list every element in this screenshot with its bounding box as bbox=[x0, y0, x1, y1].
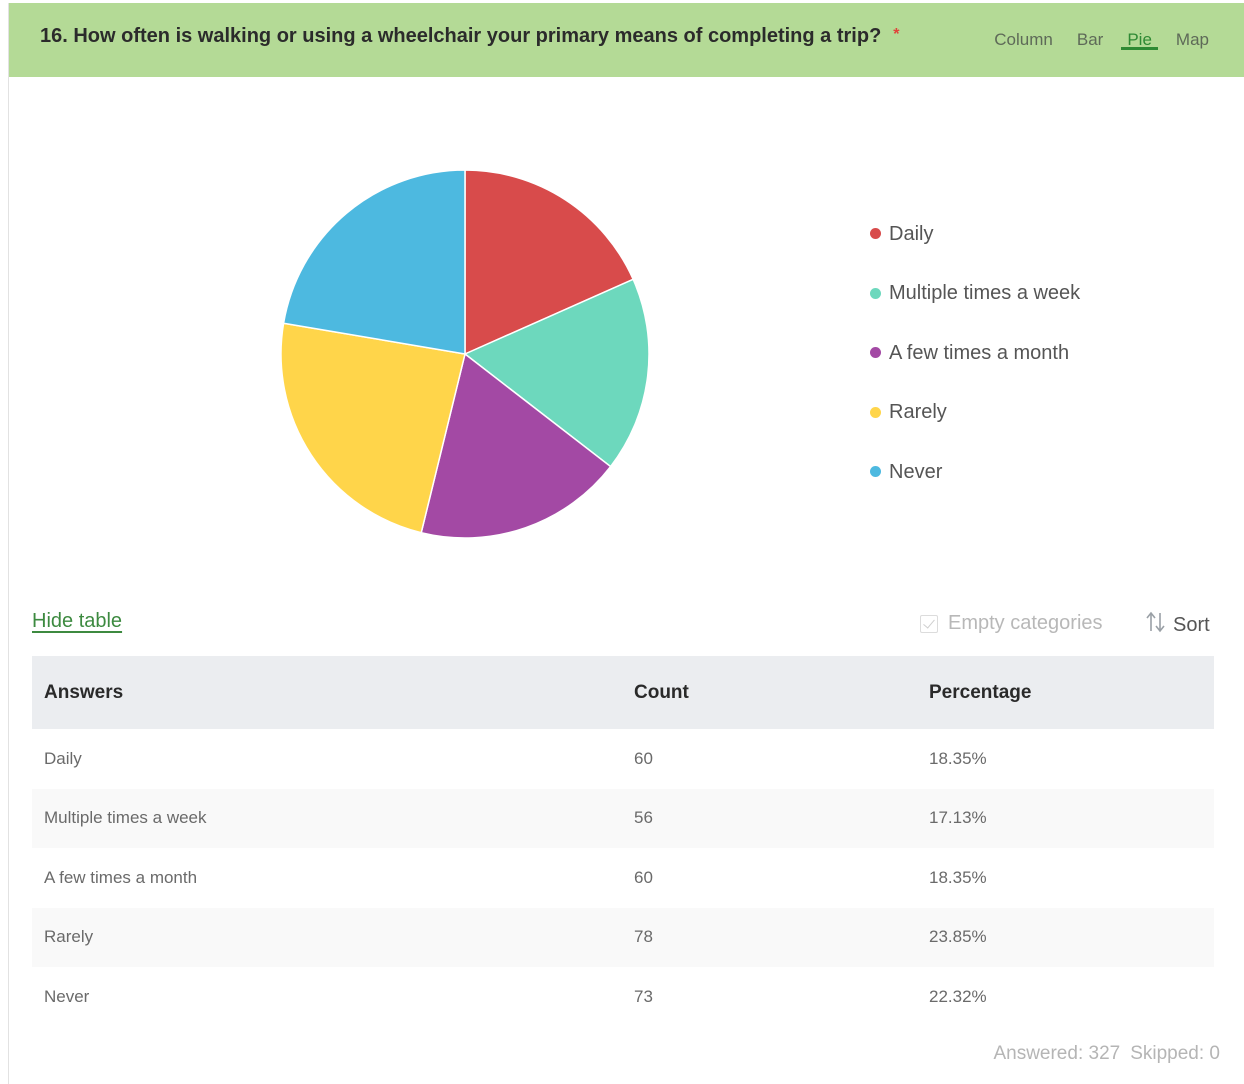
required-marker: * bbox=[893, 26, 900, 43]
answered-count: Answered: 327 bbox=[993, 1043, 1121, 1064]
sort-label: Sort bbox=[1173, 613, 1210, 636]
percentage-cell: 17.13% bbox=[929, 808, 987, 828]
answer-cell: Daily bbox=[44, 748, 82, 768]
empty-categories-label: Empty categories bbox=[948, 612, 1103, 634]
count-cell: 73 bbox=[634, 986, 653, 1006]
percentage-cell: 18.35% bbox=[929, 748, 987, 768]
legend-label: Multiple times a week bbox=[889, 282, 1081, 305]
legend-swatch-multiple-times-a-week bbox=[870, 287, 881, 299]
count-cell: 56 bbox=[634, 808, 653, 828]
legend-swatch-a-few-times-a-month bbox=[870, 347, 881, 359]
legend-label: Never bbox=[889, 460, 943, 483]
legend-swatch-daily bbox=[870, 228, 881, 240]
chart-legend: Daily Multiple times a week A few times … bbox=[870, 212, 1080, 510]
legend-item-rarely[interactable]: Rarely bbox=[870, 391, 1080, 451]
tab-map[interactable]: Map bbox=[1176, 3, 1209, 50]
table-header: Answers Count Percentage bbox=[32, 656, 1214, 729]
table-row: A few times a month 60 18.35% bbox=[32, 848, 1214, 908]
answer-cell: A few times a month bbox=[44, 867, 198, 887]
table-row: Multiple times a week 56 17.13% bbox=[32, 788, 1214, 848]
percentage-cell: 22.32% bbox=[929, 986, 987, 1006]
legend-swatch-never bbox=[870, 466, 881, 478]
tab-bar[interactable]: Bar bbox=[1077, 3, 1103, 50]
count-cell: 60 bbox=[634, 867, 653, 887]
sort-button[interactable]: Sort bbox=[1145, 610, 1210, 640]
legend-item-daily[interactable]: Daily bbox=[870, 212, 1080, 272]
legend-item-never[interactable]: Never bbox=[870, 450, 1080, 510]
pie-chart bbox=[280, 169, 650, 539]
header-answers[interactable]: Answers bbox=[32, 682, 622, 704]
percentage-cell: 18.35% bbox=[929, 867, 987, 887]
legend-item-multiple-times-a-week[interactable]: Multiple times a week bbox=[870, 272, 1080, 332]
percentage-cell: 23.85% bbox=[929, 927, 987, 947]
legend-swatch-rarely bbox=[870, 406, 881, 418]
chart-type-tabs: Column Bar Pie Map bbox=[970, 3, 1209, 77]
question-header: 16. How often is walking or using a whee… bbox=[9, 3, 1244, 77]
answer-cell: Multiple times a week bbox=[44, 808, 207, 828]
header-percentage[interactable]: Percentage bbox=[917, 682, 1214, 704]
tab-pie[interactable]: Pie bbox=[1121, 3, 1158, 50]
skipped-count: Skipped: 0 bbox=[1130, 1043, 1220, 1064]
pie-slice-never[interactable] bbox=[282, 169, 466, 355]
sort-icon bbox=[1145, 610, 1167, 640]
question-text: 16. How often is walking or using a whee… bbox=[40, 25, 882, 47]
header-count[interactable]: Count bbox=[622, 682, 917, 704]
legend-item-a-few-times-a-month[interactable]: A few times a month bbox=[870, 331, 1080, 391]
table-row: Rarely 78 23.85% bbox=[32, 907, 1214, 967]
tab-column[interactable]: Column bbox=[994, 3, 1053, 50]
legend-label: A few times a month bbox=[889, 341, 1070, 364]
empty-categories-checkbox[interactable] bbox=[920, 614, 938, 633]
legend-label: Rarely bbox=[889, 401, 947, 424]
answer-cell: Rarely bbox=[44, 927, 94, 947]
count-cell: 78 bbox=[634, 927, 653, 947]
response-summary: Answered: 327 Skipped: 0 bbox=[993, 1043, 1220, 1065]
table-row: Daily 60 18.35% bbox=[32, 729, 1214, 789]
legend-label: Daily bbox=[889, 222, 934, 245]
count-cell: 60 bbox=[634, 748, 653, 768]
hide-table-link[interactable]: Hide table bbox=[32, 610, 122, 633]
question-title: 16. How often is walking or using a whee… bbox=[40, 25, 900, 48]
answer-cell: Never bbox=[44, 986, 90, 1006]
empty-categories-toggle[interactable]: Empty categories bbox=[920, 612, 1103, 635]
table-row: Never 73 22.32% bbox=[32, 967, 1214, 1027]
results-table: Answers Count Percentage Daily 60 18.35%… bbox=[32, 656, 1214, 1027]
